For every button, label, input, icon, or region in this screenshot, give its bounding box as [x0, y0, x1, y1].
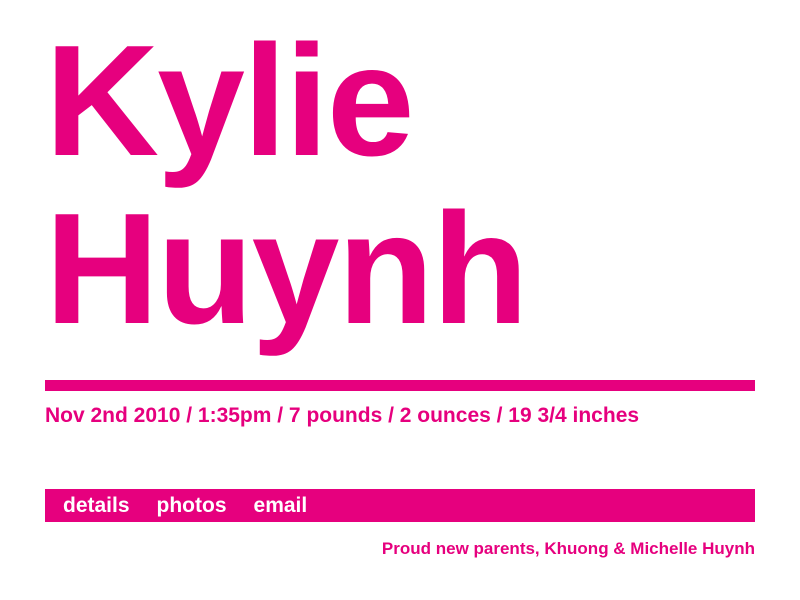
nav-link-email[interactable]: email — [254, 495, 308, 516]
last-name-heading: Huynh — [45, 181, 529, 357]
birth-details-text: Nov 2nd 2010 / 1:35pm / 7 pounds / 2 oun… — [45, 404, 640, 427]
header-divider — [45, 380, 755, 391]
nav-link-photos[interactable]: photos — [157, 495, 227, 516]
parents-caption: Proud new parents, Khuong & Michelle Huy… — [381, 539, 755, 558]
nav-link-details[interactable]: details — [63, 495, 130, 516]
nav-bar: details photos email — [45, 489, 755, 522]
first-name-heading: Kylie — [45, 13, 415, 189]
